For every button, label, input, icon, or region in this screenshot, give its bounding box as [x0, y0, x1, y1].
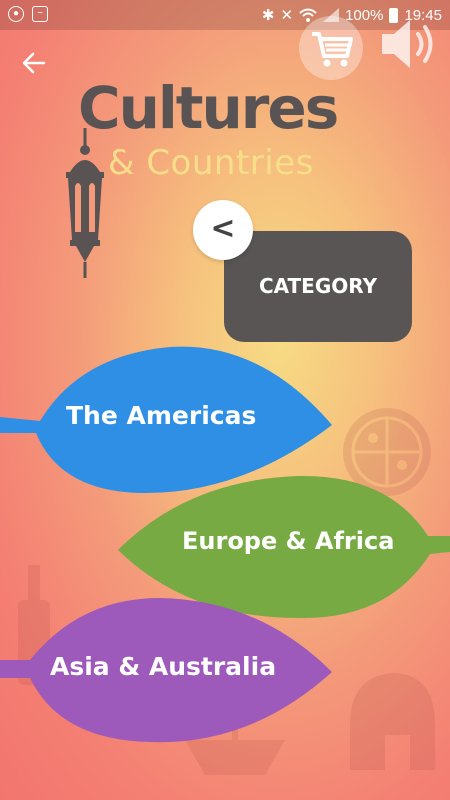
activity-icon: ~ [32, 6, 48, 22]
app-title: Cultures [78, 74, 339, 142]
region-asia-australia-label: Asia & Australia [50, 652, 277, 681]
region-asia-australia-button[interactable]: Asia & Australia [0, 596, 340, 746]
app-screen: ● ~ ✱ ✕ 100% 19:45 Cultures & Countries … [0, 0, 450, 800]
notification-icon: ● [8, 6, 24, 22]
back-button[interactable] [22, 52, 52, 78]
status-left: ● ~ [8, 6, 48, 22]
shopping-cart-icon [312, 32, 353, 67]
mute-icon: ✕ [280, 7, 294, 24]
cart-button[interactable] [299, 16, 363, 80]
region-americas-label: The Americas [66, 401, 257, 430]
category-header: CATEGORY [224, 231, 412, 342]
category-back-button[interactable]: < [193, 200, 253, 260]
lantern-icon [66, 128, 104, 278]
spartan-helmet-icon [350, 673, 435, 770]
arrow-left-icon [22, 52, 46, 74]
region-europe-africa-label: Europe & Africa [182, 527, 395, 555]
bluetooth-icon: ✱ [261, 7, 275, 24]
speaker-icon [382, 20, 433, 68]
app-subtitle: & Countries [108, 143, 314, 183]
sound-button[interactable] [378, 16, 442, 72]
